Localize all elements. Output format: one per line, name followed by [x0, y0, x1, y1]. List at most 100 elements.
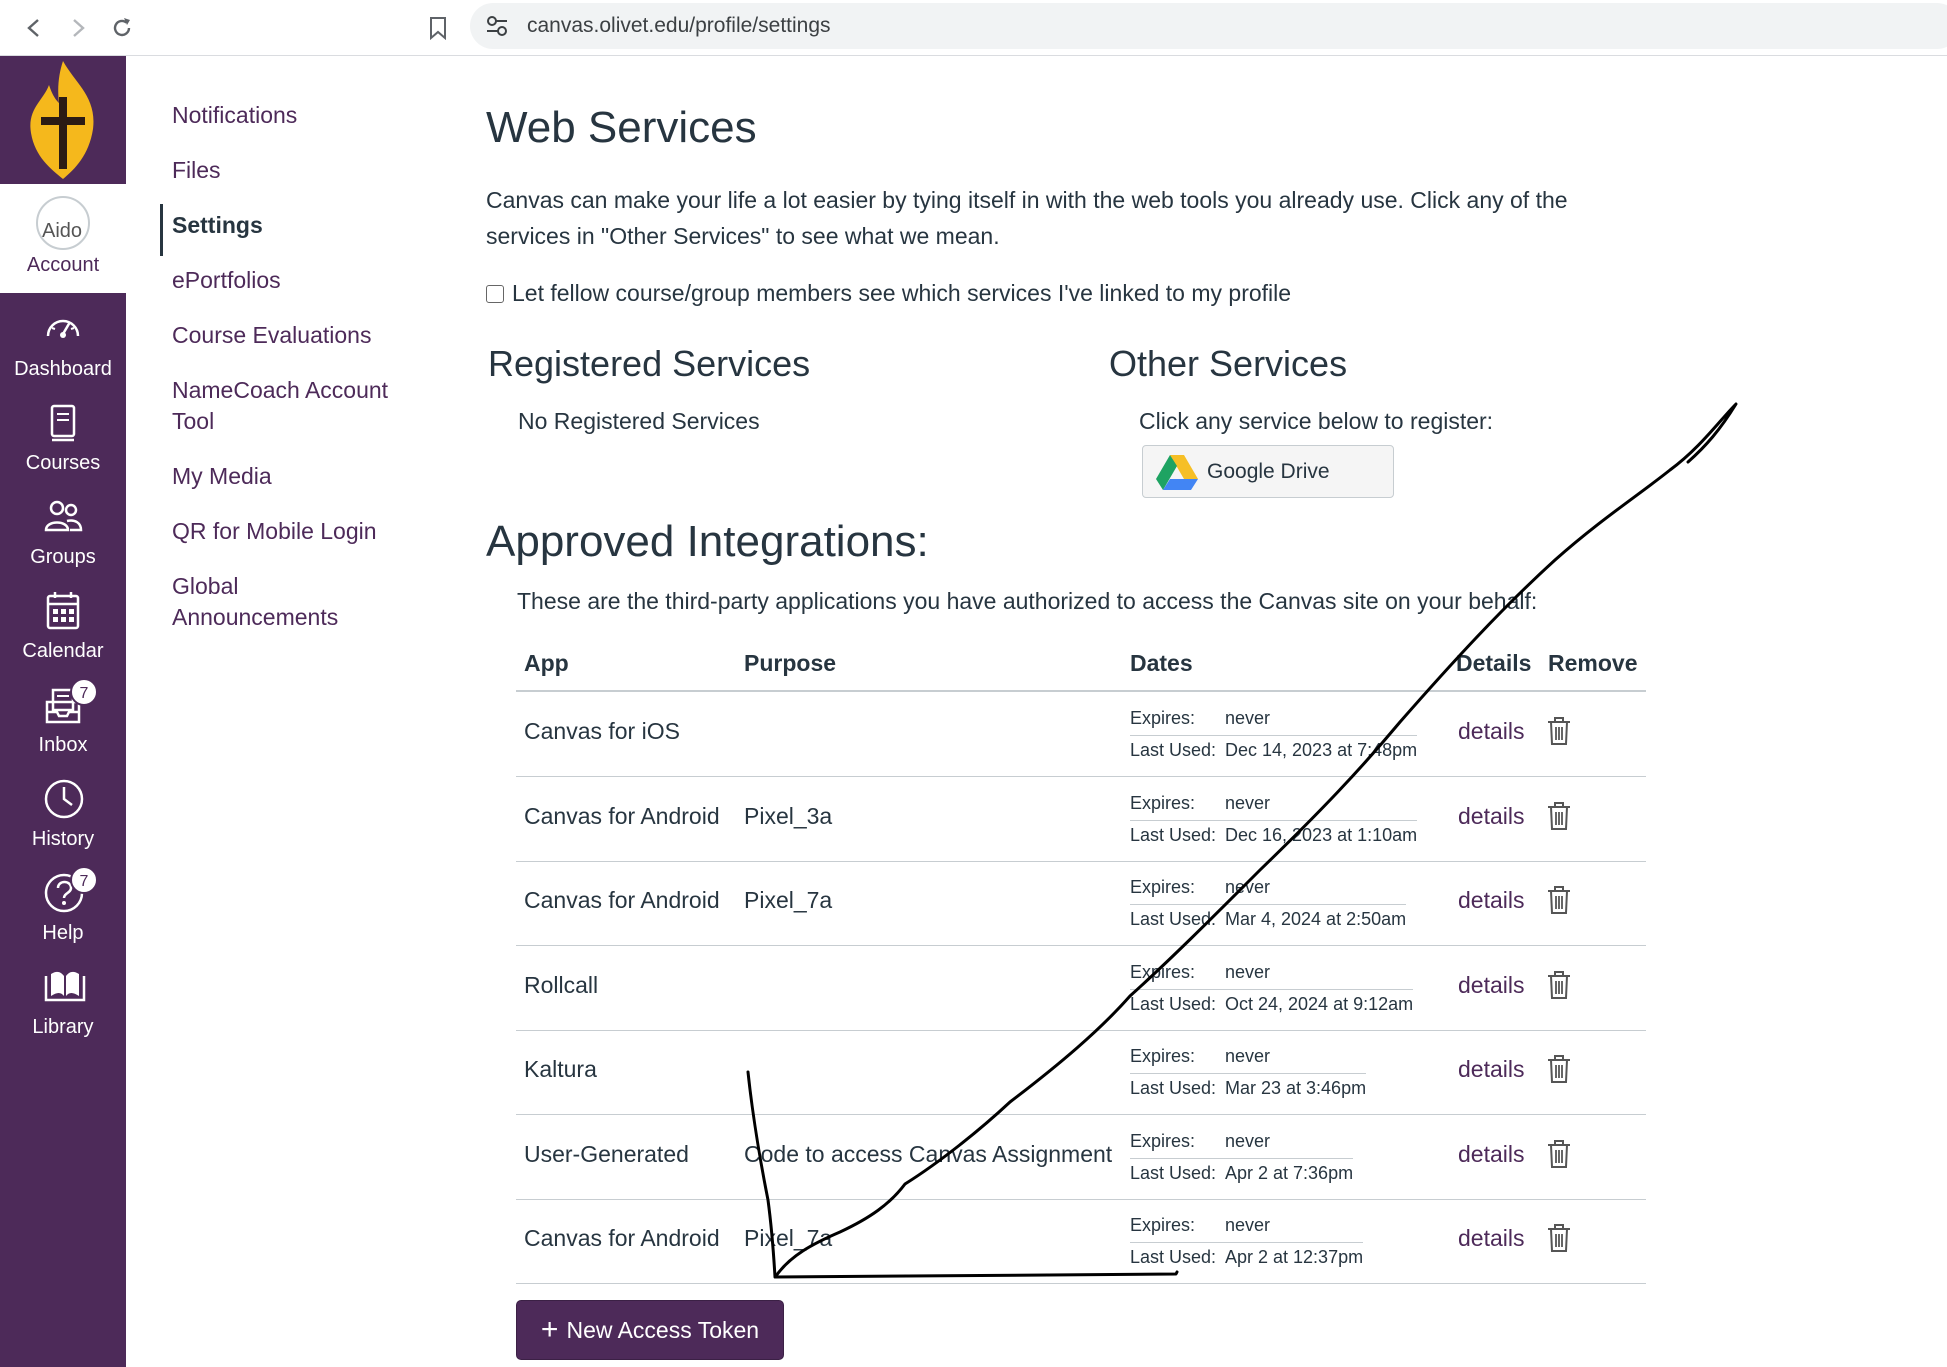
details-link[interactable]: details [1458, 1225, 1524, 1252]
table-row: Kaltura Expires: never Last Used: Mar 23 at … [516, 1030, 1646, 1115]
table-row: User-Generated Code to access Canvas Assi… [516, 1115, 1646, 1200]
global-nav: Aido Account Dashboard Courses Groups Ca… [0, 56, 126, 1367]
last-used-value: Dec 16, 2023 at 1:10am [1225, 824, 1418, 845]
page-title: Web Services [486, 103, 757, 152]
expires-line: Expires: never [1130, 1042, 1367, 1074]
nav-dashboard-label: Dashboard [14, 358, 112, 380]
trash-icon[interactable] [1546, 1139, 1572, 1169]
app-name: Kaltura [524, 1056, 597, 1082]
details-link[interactable]: details [1458, 972, 1524, 999]
table-row: Canvas for iOS Expires: never Last Used: Dec… [516, 692, 1646, 777]
forward-icon[interactable] [58, 8, 98, 48]
trash-icon[interactable] [1546, 885, 1572, 915]
column-header-app: App [524, 650, 569, 676]
avatar: Aido [36, 196, 90, 250]
last-used-line: Last Used: Dec 14, 2023 at 7:48pm [1130, 736, 1417, 768]
approved-integrations-heading: Approved Integrations: [486, 517, 929, 566]
nav-help[interactable]: 7 Help [0, 866, 126, 960]
details-link[interactable]: details [1458, 1056, 1524, 1083]
library-icon [44, 971, 86, 1002]
expires-value: never [1225, 877, 1271, 897]
groups-icon [44, 500, 83, 532]
table-row: Rollcall Expires: never Last Used: Oct 24, 2… [516, 946, 1646, 1031]
trash-icon[interactable] [1546, 1054, 1572, 1084]
expires-value: never [1225, 1130, 1271, 1151]
subnav-files[interactable]: Files [172, 155, 422, 186]
trash-icon[interactable] [1546, 970, 1572, 1000]
subnav-namecoach-account-tool[interactable]: NameCoach Account Tool [172, 375, 412, 437]
nav-inbox-label: Inbox [38, 734, 88, 756]
purpose-text: Pixel_3a [744, 802, 833, 829]
expires-value: never [1225, 1046, 1271, 1066]
column-header-details: Details [1456, 650, 1532, 676]
nav-history-label: History [31, 828, 95, 850]
nav-inbox[interactable]: 7 Inbox [0, 678, 126, 772]
last-used-label: Last Used: [1130, 824, 1217, 845]
dates-cell: Expires: never Last Used: Mar 23 at 3:46pm [1130, 1042, 1367, 1106]
details-link[interactable]: details [1458, 718, 1524, 745]
last-used-value: Mar 23 at 3:46pm [1225, 1078, 1367, 1098]
intro-text: Canvas can make your life a lot easier b… [486, 187, 1568, 249]
app-name: Canvas for Android [524, 887, 720, 913]
nav-library[interactable]: Library [0, 960, 126, 1054]
expires-label: Expires: [1130, 961, 1196, 982]
nav-history[interactable]: History [0, 772, 126, 866]
last-used-label: Last Used: [1130, 740, 1217, 760]
expires-label: Expires: [1130, 1130, 1196, 1151]
app-name: Canvas for Android [524, 1225, 720, 1251]
subnav-course-evaluations[interactable]: Course Evaluations [172, 320, 422, 351]
dates-cell: Expires: never Last Used: Oct 24, 2024 at 9… [1130, 958, 1414, 1022]
share-services-checkbox[interactable] [486, 284, 504, 303]
column-header-purpose: Purpose [744, 650, 837, 676]
nav-groups[interactable]: Groups [0, 490, 126, 584]
column-header-remove: Remove [1548, 650, 1638, 676]
subnav-global-announcements[interactable]: Global Announcements [172, 571, 372, 633]
table-row: Canvas for Android Pixel_7a Expires: never L… [516, 861, 1646, 946]
expires-label: Expires: [1130, 1046, 1196, 1066]
main-content: Web Services Canvas can make your life a… [486, 0, 1766, 1367]
integrations-description: These are the third-party applications y… [517, 588, 1538, 614]
share-services-option[interactable]: Let fellow course/group members see whic… [486, 280, 1291, 307]
last-used-line: Last Used: Mar 23 at 3:46pm [1130, 1074, 1366, 1106]
nav-calendar[interactable]: Calendar [0, 584, 126, 678]
app-name: Canvas for Android [524, 802, 720, 829]
last-used-line: Last Used: Oct 24, 2024 at 9:12am [1130, 990, 1413, 1022]
subnav-settings[interactable]: Settings [172, 210, 422, 241]
nav-calendar-label: Calendar [22, 640, 104, 662]
trash-icon[interactable] [1546, 716, 1572, 746]
expires-line: Expires: never [1130, 1211, 1364, 1243]
google-drive-label: Google Drive [1207, 459, 1330, 483]
expires-label: Expires: [1130, 708, 1196, 728]
google-drive-button[interactable]: Google Drive [1142, 445, 1394, 498]
nav-groups-label: Groups [30, 546, 96, 568]
details-link[interactable]: details [1458, 887, 1524, 914]
subnav-notifications[interactable]: Notifications [172, 100, 422, 131]
school-logo[interactable] [0, 56, 126, 184]
avatar-alt-text: Aido [42, 220, 83, 242]
details-link[interactable]: details [1458, 1141, 1524, 1168]
google-drive-icon [1156, 454, 1198, 490]
trash-icon[interactable] [1546, 801, 1572, 831]
last-used-label: Last Used: [1130, 909, 1217, 929]
purpose-text: Code to access Canvas Assignment [744, 1140, 1113, 1167]
subnav-eportfolios[interactable]: ePortfolios [172, 265, 422, 296]
reload-icon[interactable] [102, 8, 142, 48]
expires-label: Expires: [1130, 792, 1196, 813]
nav-account[interactable]: Aido Account [0, 184, 126, 293]
subnav-qr-mobile-login[interactable]: QR for Mobile Login [172, 516, 422, 547]
nav-courses[interactable]: Courses [0, 396, 126, 490]
details-link[interactable]: details [1458, 803, 1524, 830]
back-icon[interactable] [14, 8, 54, 48]
expires-line: Expires: never [1130, 958, 1414, 990]
other-services-prompt: Click any service below to register: [1139, 408, 1494, 434]
nav-dashboard[interactable]: Dashboard [0, 302, 126, 396]
trash-icon[interactable] [1546, 1223, 1572, 1253]
history-icon [44, 779, 84, 819]
column-header-dates: Dates [1130, 650, 1193, 676]
subnav-my-media[interactable]: My Media [172, 461, 422, 492]
app-name: Rollcall [524, 971, 599, 998]
last-used-value: Mar 4, 2024 at 2:50am [1225, 909, 1407, 929]
active-item-indicator [160, 204, 163, 256]
bookmark-icon[interactable] [418, 8, 458, 48]
new-access-token-button[interactable]: + New Access Token [516, 1300, 784, 1360]
